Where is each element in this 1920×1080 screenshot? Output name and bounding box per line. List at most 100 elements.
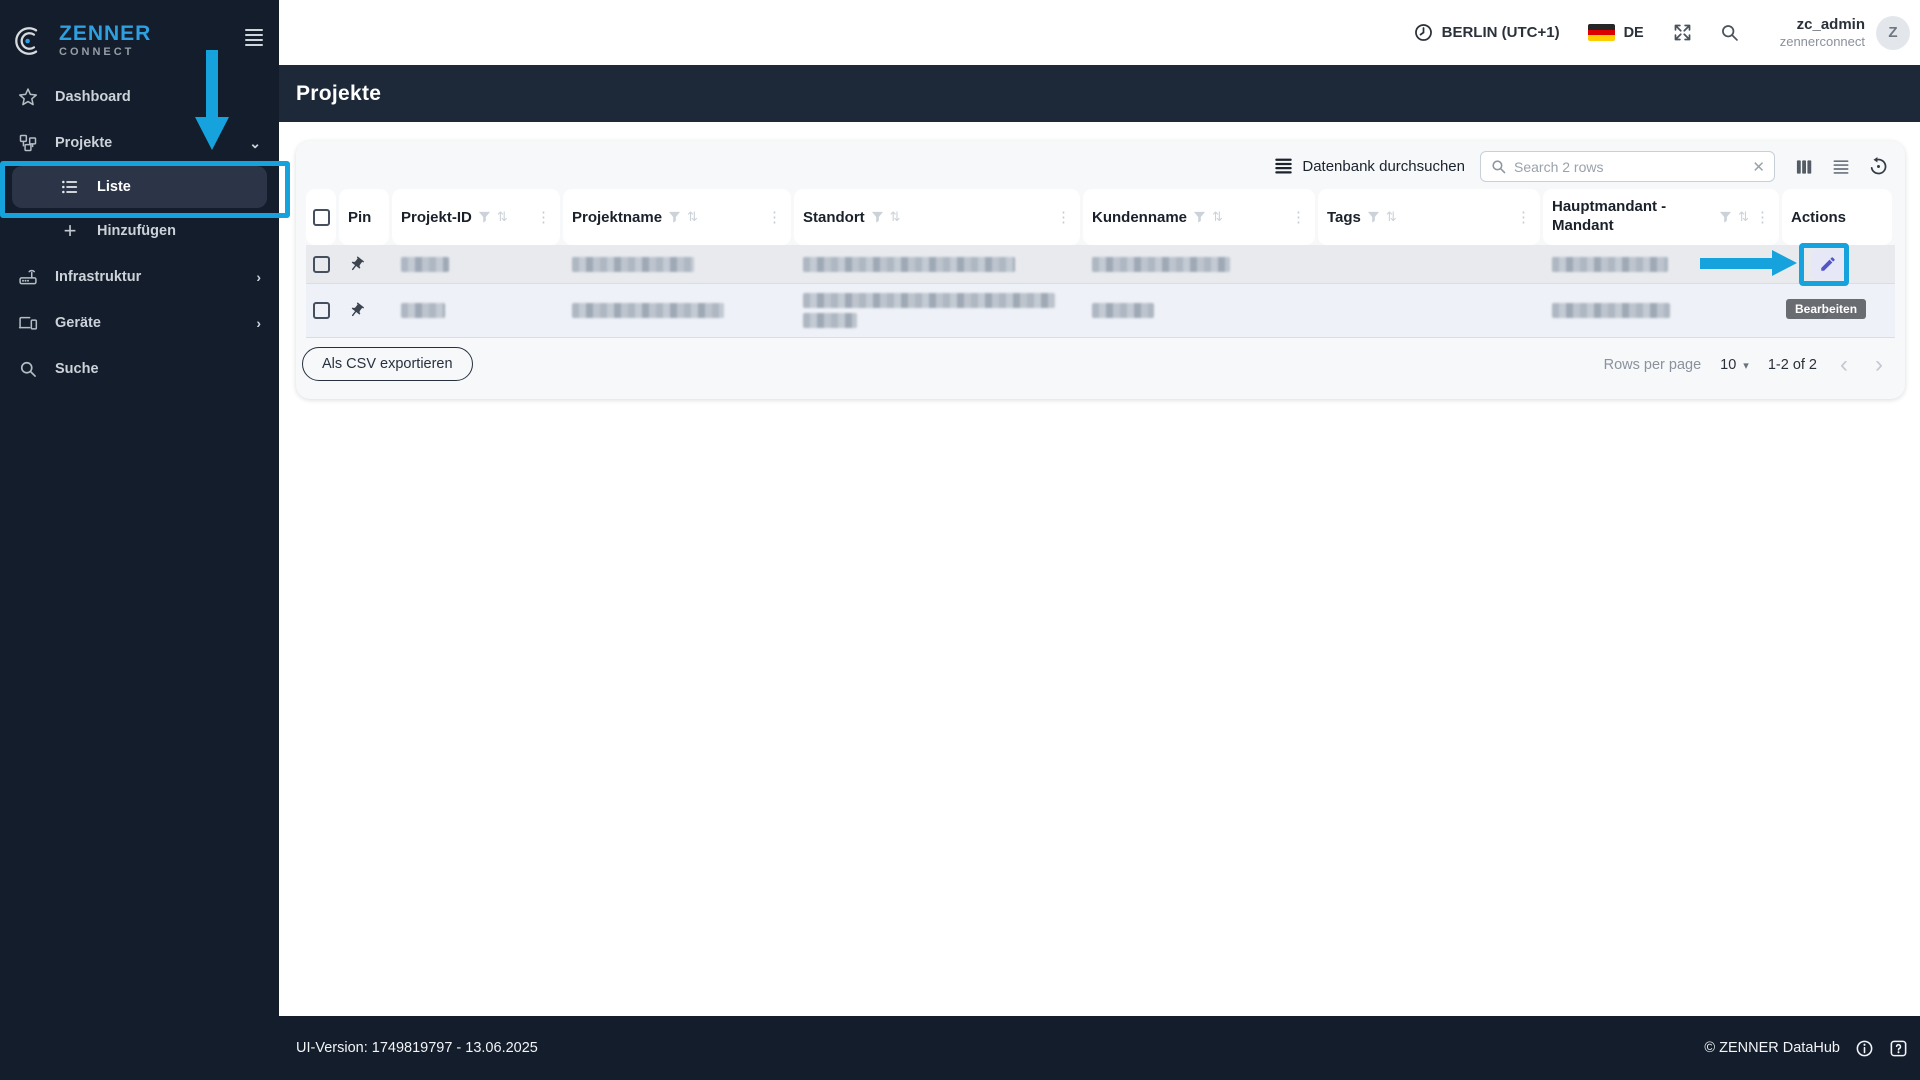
row-checkbox[interactable] (312, 255, 330, 273)
column-menu-icon[interactable]: ⋮ (536, 208, 551, 226)
sidebar-item-infrastruktur[interactable]: Infrastruktur › (0, 254, 279, 300)
column-header-projektname[interactable]: Projektname ⇅ ⋮ (563, 189, 791, 245)
edit-button[interactable] (1811, 249, 1845, 279)
select-all-checkbox[interactable] (312, 208, 330, 226)
export-csv-button[interactable]: Als CSV exportieren (302, 347, 473, 381)
table-search-box: ✕ (1480, 151, 1775, 182)
page-title-bar: Projekte (279, 65, 1920, 122)
column-menu-icon[interactable]: ⋮ (767, 208, 782, 226)
sort-icon[interactable]: ⇅ (1738, 209, 1749, 225)
next-page-icon[interactable]: › (1871, 353, 1887, 377)
sidebar-item-label: Infrastruktur (55, 269, 142, 285)
chevron-right-icon: › (256, 269, 261, 285)
filter-icon[interactable] (1719, 211, 1732, 224)
list-icon (60, 177, 80, 197)
zenner-logo-icon (12, 24, 46, 58)
density-icon[interactable] (1831, 157, 1851, 177)
sort-icon[interactable]: ⇅ (687, 209, 698, 225)
rows-per-page-select[interactable]: 10 ▾ (1720, 357, 1749, 373)
user-name: zc_admin (1796, 15, 1865, 33)
sort-icon[interactable]: ⇅ (1212, 209, 1223, 225)
timezone-selector[interactable]: BERLIN (UTC+1) (1413, 22, 1560, 43)
annotation-arrow-down (206, 50, 218, 118)
projects-icon (18, 133, 38, 153)
redacted-projekt-id (401, 256, 449, 272)
main-content: Datenbank durchsuchen ✕ (279, 122, 1920, 1016)
table-row[interactable] (306, 284, 1895, 338)
column-header-hauptmandant[interactable]: Hauptmandant - Mandant ⇅ ⋮ (1543, 189, 1779, 245)
table-row[interactable] (306, 245, 1895, 284)
star-icon (18, 87, 38, 107)
table-toolbar: Datenbank durchsuchen ✕ (1274, 151, 1889, 182)
sort-icon[interactable]: ⇅ (890, 209, 901, 225)
sidebar-item-hinzufuegen[interactable]: + Hinzufügen (0, 208, 279, 254)
chevron-right-icon: › (256, 315, 261, 331)
column-label: Standort (803, 208, 865, 226)
column-label: Projekt-ID (401, 208, 472, 226)
plus-icon: + (63, 218, 77, 243)
sort-icon[interactable]: ⇅ (497, 209, 508, 225)
column-label: Hauptmandant - Mandant (1552, 198, 1667, 234)
filter-icon[interactable] (871, 211, 884, 224)
sidebar-item-label: Suche (55, 361, 99, 377)
sort-icon[interactable]: ⇅ (1386, 209, 1397, 225)
row-checkbox[interactable] (312, 302, 330, 319)
german-flag-icon (1587, 24, 1615, 41)
sidebar-item-projekte[interactable]: Projekte ⌄ (0, 120, 279, 166)
filter-icon[interactable] (1367, 211, 1380, 224)
column-header-standort[interactable]: Standort ⇅ ⋮ (794, 189, 1080, 245)
column-header-projekt-id[interactable]: Projekt-ID ⇅ ⋮ (392, 189, 560, 245)
column-menu-icon[interactable]: ⋮ (1516, 208, 1531, 226)
sidebar: ZENNER CONNECT Dashboard Projekte ⌄ List… (0, 0, 279, 1080)
language-selector[interactable]: DE (1587, 24, 1644, 41)
sidebar-item-liste[interactable]: Liste (12, 166, 267, 208)
pin-icon[interactable] (348, 256, 365, 273)
sidebar-item-dashboard[interactable]: Dashboard (0, 74, 279, 120)
redacted-kundenname (1092, 256, 1230, 272)
column-menu-icon[interactable]: ⋮ (1755, 208, 1770, 226)
edit-tooltip: Bearbeiten (1786, 299, 1867, 319)
chevron-down-icon: ⌄ (249, 134, 261, 151)
column-header-kundenname[interactable]: Kundenname ⇅ ⋮ (1083, 189, 1315, 245)
clear-search-icon[interactable]: ✕ (1752, 158, 1765, 176)
sidebar-item-geraete[interactable]: Geräte › (0, 300, 279, 346)
filter-icon[interactable] (668, 211, 681, 224)
annotation-arrow-down-head (195, 117, 229, 150)
app-logo[interactable]: ZENNER CONNECT (0, 0, 279, 64)
user-menu[interactable]: zc_admin zennerconnect (1780, 16, 1865, 50)
help-icon[interactable] (1889, 1039, 1908, 1058)
pin-icon[interactable] (348, 302, 365, 319)
restore-icon[interactable] (1868, 156, 1889, 177)
redacted-projektname (572, 256, 694, 272)
database-search-button[interactable]: Datenbank durchsuchen (1274, 157, 1465, 176)
column-menu-icon[interactable]: ⋮ (1056, 208, 1071, 226)
search-icon[interactable] (1719, 22, 1740, 43)
hamburger-menu-icon[interactable] (245, 29, 263, 49)
column-header-pin[interactable]: Pin (339, 189, 389, 245)
sidebar-item-suche[interactable]: Suche (0, 346, 279, 392)
filter-icon[interactable] (1193, 211, 1206, 224)
footer: UI-Version: 1749819797 - 13.06.2025 © ZE… (0, 1016, 1920, 1080)
info-icon[interactable] (1855, 1039, 1874, 1058)
column-label: Projektname (572, 208, 663, 226)
brand-name: ZENNER (59, 22, 152, 45)
fullscreen-icon[interactable] (1672, 22, 1693, 43)
clock-icon (1413, 22, 1434, 43)
columns-icon[interactable] (1794, 157, 1814, 177)
avatar[interactable]: Z (1876, 15, 1910, 50)
rows-per-page-label: Rows per page (1603, 357, 1702, 373)
projects-table-card: Datenbank durchsuchen ✕ (296, 141, 1905, 399)
previous-page-icon[interactable]: ‹ (1836, 353, 1852, 377)
filter-icon[interactable] (478, 211, 491, 224)
search-input[interactable] (1514, 158, 1746, 175)
column-header-actions: Actions (1782, 189, 1892, 245)
user-tenant: zennerconnect (1779, 33, 1865, 49)
redacted-hauptmandant (1552, 256, 1668, 272)
page-title: Projekte (296, 81, 382, 105)
redacted-projektname (572, 303, 724, 318)
redacted-standort (803, 313, 857, 328)
column-menu-icon[interactable]: ⋮ (1291, 208, 1306, 226)
pagination-range: 1-2 of 2 (1767, 357, 1817, 373)
column-header-tags[interactable]: Tags ⇅ ⋮ (1318, 189, 1540, 245)
redacted-standort (803, 293, 1055, 308)
